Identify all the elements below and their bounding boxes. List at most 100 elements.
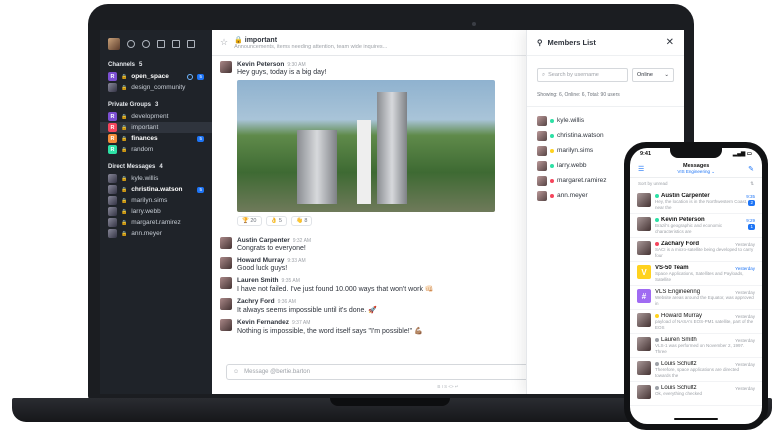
workspace-selector[interactable]: VIS Engineering ⌄: [644, 169, 748, 175]
user-avatar[interactable]: [108, 38, 120, 50]
sidebar-item-important[interactable]: R 🔒 important: [100, 122, 212, 133]
message-meta: Zachry Ford 9:36 AM: [237, 298, 377, 305]
sidebar-item-marilyn-sims[interactable]: 🔒 marilyn.sims: [100, 195, 212, 206]
sort-label: Sort by unread: [638, 181, 668, 186]
member-row[interactable]: christina.watson: [537, 128, 674, 143]
message-body: Austin Carpenter 9:32 AM Congrats to every…: [237, 237, 311, 252]
phone-navbar: ☰ Messages VIS Engineering ⌄ ✎: [630, 160, 762, 178]
message-username[interactable]: Austin Carpenter: [237, 237, 290, 244]
desktop-screen: Channels 5 R 🔒 open_space 5 🔒 design_community…: [100, 30, 684, 394]
avatar: [637, 361, 651, 375]
status-filter-select[interactable]: Online ⌄: [632, 68, 674, 82]
directory-icon[interactable]: [142, 40, 150, 48]
sidebar-item-label: design_community: [131, 84, 186, 91]
room-info: Howard Murray Yesterday payload of NASA's …: [655, 313, 755, 330]
phone-room-row[interactable]: # VLS Engineering Yesterday Website areas a…: [630, 286, 762, 310]
reaction-chip[interactable]: 👋 8: [290, 216, 313, 226]
sidebar-item-margaret-ramirez[interactable]: 🔒 margaret.ramirez: [100, 217, 212, 228]
groups-header: Private Groups 3: [100, 98, 212, 111]
message-text: Nothing is impossible, the word itself s…: [237, 328, 423, 335]
message-username[interactable]: Zachry Ford: [237, 298, 275, 305]
sidebar-item-label: ann.meyer: [131, 230, 162, 237]
status-dot: [550, 163, 554, 168]
avatar: #: [637, 289, 651, 303]
phone-room-row[interactable]: Kevin Peterson 9:29 1 Brazil's geographic a…: [630, 214, 762, 238]
avatar: [637, 241, 651, 255]
phone-room-row[interactable]: Louis Schultz Yesterday Therefore, space a…: [630, 358, 762, 382]
lock-icon: 🔒: [121, 197, 128, 204]
preview-text: Website areas around the Equator, was ap…: [655, 295, 754, 306]
phone-room-row[interactable]: Louis Schultz Yesterday Ok, everything che…: [630, 382, 762, 406]
status-dot: [655, 386, 659, 390]
unread-badge: 5: [197, 73, 204, 80]
phone-clock: 9:41: [640, 151, 652, 157]
avatar: [537, 130, 547, 141]
sidebar-item-ann-meyer[interactable]: 🔒 ann.meyer: [100, 228, 212, 239]
avatar[interactable]: [220, 61, 232, 73]
edit-icon[interactable]: [187, 40, 195, 48]
message-time: 9:33 AM: [287, 258, 306, 264]
avatar[interactable]: [220, 257, 232, 269]
channels-header: Channels 5: [100, 58, 212, 71]
avatar[interactable]: [220, 319, 232, 331]
lock-icon: 🔒: [121, 208, 128, 215]
emoji-icon[interactable]: ☺: [233, 369, 239, 375]
reaction-chip[interactable]: 👌 5: [265, 216, 287, 226]
room-info: Lauren Smith Yesterday VLS-1 was performed…: [655, 337, 755, 354]
avatar[interactable]: [220, 298, 232, 310]
reaction-chip[interactable]: 🏆 20: [237, 216, 262, 226]
members-search-input[interactable]: ⌕ Search by username: [537, 68, 628, 82]
status-filter-value: Online: [637, 72, 653, 78]
lock-icon: 🔒: [121, 124, 128, 131]
avatar[interactable]: [220, 277, 232, 289]
preview-text: VLS-1 was performed on November 2, 1997.…: [655, 343, 745, 354]
message-username[interactable]: Kevin Fernandez: [237, 319, 289, 326]
sort-icon[interactable]: [172, 40, 180, 48]
star-icon[interactable]: ☆: [220, 37, 228, 48]
phone-room-row[interactable]: Lauren Smith Yesterday VLS-1 was performed…: [630, 334, 762, 358]
sidebar-item-finances[interactable]: R 🔒 finances 5: [100, 133, 212, 144]
sidebar-item-larry-webb[interactable]: 🔒 larry.webb: [100, 206, 212, 217]
sidebar-item-label: kyle.willis: [131, 175, 159, 182]
message-text: It always seems impossible until it's do…: [237, 307, 377, 314]
preview-text: Hey, the location is in the Northwestern…: [655, 199, 748, 210]
sidebar-item-kyle-willis[interactable]: 🔒 kyle.willis: [100, 173, 212, 184]
sidebar-item-random[interactable]: R 🔒 random: [100, 144, 212, 155]
search-icon[interactable]: [127, 40, 135, 48]
avatar: [108, 218, 117, 227]
member-row[interactable]: kyle.willis: [537, 113, 674, 128]
view-mode-icon[interactable]: [157, 40, 165, 48]
discussion-icon: [187, 73, 194, 80]
home-indicator: [674, 418, 718, 420]
phone-room-row[interactable]: V VS-50 Team Yesterday Space Applications, …: [630, 262, 762, 286]
message-username[interactable]: Howard Murray: [237, 257, 284, 264]
message-username[interactable]: Kevin Peterson: [237, 61, 284, 68]
avatar[interactable]: [220, 237, 232, 249]
sidebar: Channels 5 R 🔒 open_space 5 🔒 design_community…: [100, 30, 212, 394]
phone-room-row[interactable]: Austin Carpenter 9:35 2 Hey, the location i…: [630, 190, 762, 214]
message-username[interactable]: Lauren Smith: [237, 277, 279, 284]
rocket-launch-photo[interactable]: [237, 80, 495, 212]
members-icon: ⚲: [537, 38, 543, 47]
room-time: 9:35: [746, 193, 755, 199]
phone-sort-bar[interactable]: Sort by unread ⇅: [630, 178, 762, 190]
sidebar-item-christina-watson[interactable]: 🔒 christina.watson 5: [100, 184, 212, 195]
message-meta: Howard Murray 9:33 AM: [237, 257, 306, 264]
sidebar-item-design-community[interactable]: 🔒 design_community: [100, 82, 212, 93]
room-time: Yesterday: [735, 313, 755, 319]
sidebar-item-open-space[interactable]: R 🔒 open_space 5: [100, 71, 212, 82]
sidebar-item-development[interactable]: R 🔒 development: [100, 111, 212, 122]
phone-screen: 9:41 ▂▄▆ ▭ ☰ Messages VIS Engineering ⌄ ✎…: [630, 148, 762, 424]
phone-room-row[interactable]: Howard Murray Yesterday payload of NASA's …: [630, 310, 762, 334]
close-icon[interactable]: ✕: [666, 37, 674, 48]
lock-icon: 🔒: [121, 73, 128, 80]
status-dot: [655, 338, 659, 342]
members-count-text: Showing: 6, Online: 6, Total: 90 users: [527, 88, 684, 107]
compose-icon[interactable]: ✎: [748, 165, 754, 173]
room-info: VS-50 Team Yesterday Space Applications, S…: [655, 265, 755, 282]
status-dot: [655, 362, 659, 366]
phone-room-row[interactable]: Zachary Ford Yesterday SACI is a micro-sat…: [630, 238, 762, 262]
avatar: [637, 217, 651, 231]
signal-battery-icon: ▂▄▆ ▭: [732, 151, 752, 157]
sidebar-item-label: marilyn.sims: [131, 197, 168, 204]
